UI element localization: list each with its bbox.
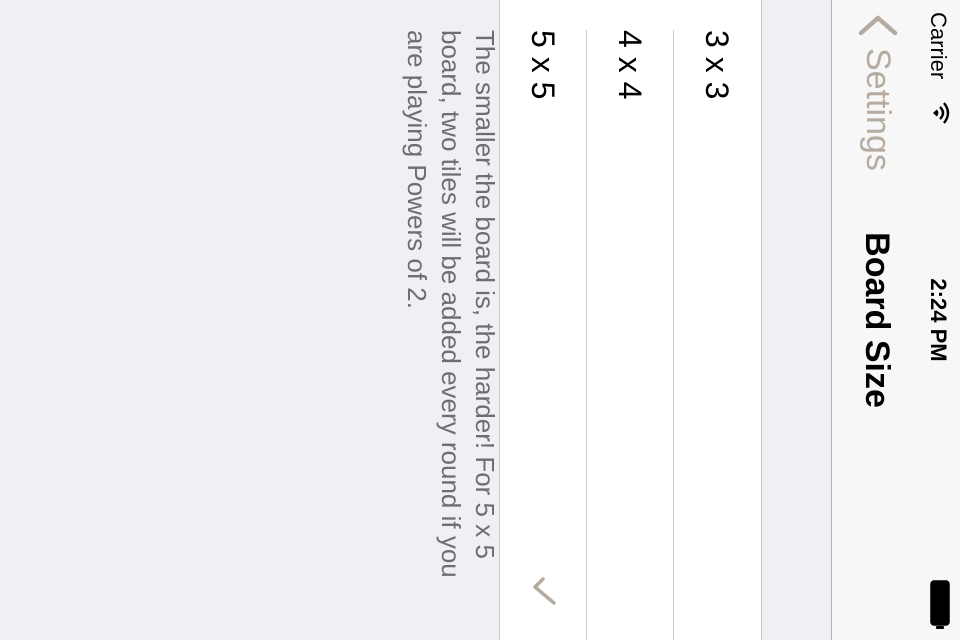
board-size-footer-note: The smaller the board is, the harder! Fo… [402, 30, 500, 578]
option-row-5x5[interactable]: 5 x 5 [500, 0, 587, 640]
battery-icon [930, 580, 950, 629]
option-label: 3 x 3 [699, 30, 735, 100]
status-time: 2:24 PM [926, 278, 951, 362]
option-row-3x3[interactable]: 3 x 3 [674, 0, 761, 640]
page-title: Board Size [858, 232, 896, 408]
option-row-4x4[interactable]: 4 x 4 [587, 0, 674, 640]
option-label: 4 x 4 [612, 30, 648, 100]
checkmark-icon [533, 577, 556, 605]
option-label: 5 x 5 [525, 30, 561, 100]
status-bar: Carrier 2:24 PM [920, 0, 960, 640]
board-size-list: 3 x 3 4 x 4 5 x 5 [499, 0, 762, 640]
phone-screen: Carrier 2:24 PM Settings Board Size 3 x … [0, 0, 960, 640]
navigation-bar: Settings Board Size [831, 0, 920, 640]
